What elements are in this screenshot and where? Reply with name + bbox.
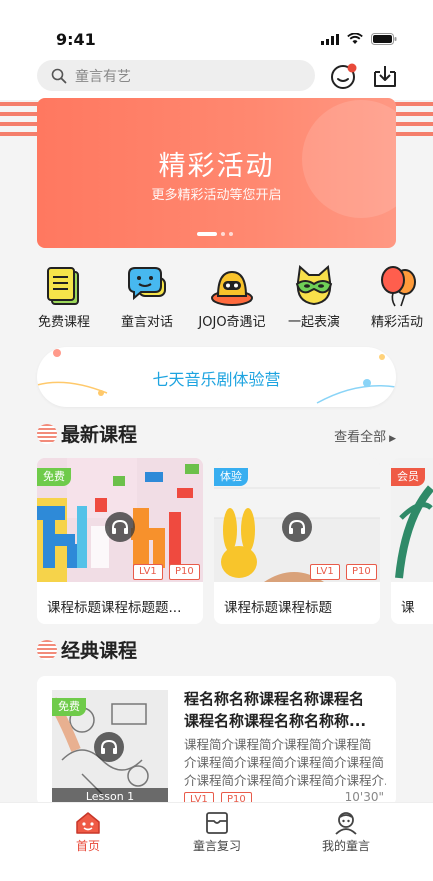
- banner-carousel[interactable]: 精彩活动 更多精彩活动等您开启: [0, 98, 433, 258]
- balloon-icon: [381, 266, 416, 307]
- classic-course-image: 免费 Lesson 1: [52, 690, 168, 806]
- classic-course-desc: 课程简介课程简介课程简介课程简 介课程简介课程简介课程简介课程简 介课程简介课程…: [184, 736, 386, 790]
- signal-icon: [321, 33, 339, 45]
- category-label: 童言对话: [120, 315, 173, 330]
- tab-label: 童言复习: [192, 839, 241, 853]
- search-input[interactable]: 童言有艺: [37, 60, 315, 91]
- category-label: 精彩活动: [370, 315, 423, 330]
- home-icon: [76, 812, 100, 834]
- level-tag: LV1: [310, 564, 340, 580]
- page-tag: P10: [169, 564, 200, 580]
- classic-course-item[interactable]: 免费 Lesson 1 程名称名称课程名称课程名 课程名称课程名称名称称... …: [37, 676, 396, 806]
- category-label: JOJO奇遇记: [198, 315, 266, 330]
- free-course-icon: [47, 267, 79, 305]
- mask-icon: [295, 265, 333, 306]
- carousel-dots: [197, 232, 233, 236]
- course-card[interactable]: 体验 LV1 P10 课程标题课程标题: [214, 458, 380, 624]
- camp-label: 七天音乐剧体验营: [152, 370, 281, 389]
- review-book-icon: [206, 812, 228, 834]
- view-all-label: 查看全部: [334, 430, 387, 445]
- latest-courses-list: 免费 LV1 P10 课程标题课程标题题... 体验 LV1 P10 课程标题课…: [37, 458, 433, 624]
- level-tag: LV1: [133, 564, 163, 580]
- tab-label: 首页: [75, 839, 100, 853]
- category-jojo[interactable]: JOJO奇遇记: [187, 264, 277, 330]
- trial-tag: 体验: [214, 468, 248, 486]
- course-card[interactable]: 免费 LV1 P10 课程标题课程标题题...: [37, 458, 203, 624]
- tab-review[interactable]: 童言复习: [157, 811, 277, 854]
- section-bullet-icon: [37, 640, 57, 660]
- search-placeholder: 童言有艺: [75, 68, 131, 85]
- tab-label: 我的童言: [321, 839, 370, 853]
- category-chat[interactable]: 童言对话: [102, 264, 192, 330]
- banner-stripes-right: [395, 102, 433, 136]
- course-title: 课: [401, 600, 415, 616]
- triangle-right-icon: ▶: [389, 434, 396, 444]
- course-image-lego: 免费 LV1 P10: [37, 458, 203, 582]
- category-perform[interactable]: 一起表演: [269, 264, 359, 330]
- profile-icon: [335, 812, 357, 835]
- headphone-glyph: [289, 519, 305, 534]
- classic-courses-title: 经典课程: [61, 640, 138, 662]
- latest-courses-header: 最新课程 查看全部 ▶: [37, 420, 396, 448]
- course-title: 课程标题课程标题题...: [47, 600, 182, 616]
- course-image-partial: 会员: [391, 458, 433, 582]
- headphone-glyph: [112, 519, 128, 534]
- free-tag: 免费: [52, 698, 86, 716]
- tab-mine[interactable]: 我的童言: [286, 811, 406, 854]
- course-name-line: 课程名称课程名称名称称...: [184, 712, 367, 730]
- course-name-line: 程名称名称课程名称课程名: [184, 690, 365, 708]
- carousel-dot[interactable]: [221, 232, 225, 236]
- category-row: 免费课程 童言对话 JOJO奇遇记 一起表演 精彩活动: [0, 264, 433, 340]
- category-label: 免费课程: [37, 315, 90, 330]
- free-tag: 免费: [37, 468, 71, 486]
- status-time: 9:41: [56, 30, 96, 49]
- tab-home[interactable]: 首页: [28, 811, 148, 854]
- download-icon[interactable]: [371, 62, 399, 90]
- course-desc-line: 介课程简介课程简介课程简介课程简: [184, 755, 385, 770]
- search-icon: [51, 68, 67, 83]
- wifi-icon: [347, 33, 363, 44]
- chat-icon: [128, 267, 166, 301]
- course-title: 课程标题课程标题: [224, 600, 332, 616]
- carousel-dot[interactable]: [229, 232, 233, 236]
- view-all-link[interactable]: 查看全部 ▶: [334, 426, 396, 445]
- tab-bar: 首页 童言复习 我的童言: [0, 802, 433, 881]
- banner-slide[interactable]: 精彩活动 更多精彩活动等您开启: [37, 98, 396, 248]
- banner-subtitle: 更多精彩活动等您开启: [151, 188, 282, 203]
- banner-stripes-left: [0, 102, 38, 136]
- page-tag: P10: [346, 564, 377, 580]
- category-activity[interactable]: 精彩活动: [352, 264, 433, 330]
- category-free-course[interactable]: 免费课程: [19, 264, 109, 330]
- course-image-bunny: 体验 LV1 P10: [214, 458, 380, 582]
- latest-courses-title: 最新课程: [61, 424, 138, 446]
- category-label: 一起表演: [287, 315, 340, 330]
- course-desc-line: 介课程简介课程简介课程简介课程介...: [184, 773, 386, 788]
- jojo-icon: [211, 270, 253, 306]
- section-bullet-icon: [37, 424, 57, 444]
- banner-title: 精彩活动: [158, 151, 275, 182]
- search-header: 童言有艺: [0, 54, 433, 100]
- camp-banner[interactable]: 七天音乐剧体验营: [37, 347, 396, 407]
- classic-courses-header: 经典课程: [37, 636, 396, 664]
- battery-icon: [371, 33, 397, 45]
- status-icons: [321, 33, 397, 45]
- course-card[interactable]: 会员 课: [391, 458, 433, 624]
- course-desc-line: 课程简介课程简介课程简介课程简: [184, 737, 372, 752]
- message-icon[interactable]: [330, 62, 358, 90]
- status-bar: 9:41: [0, 0, 433, 54]
- headphone-glyph: [101, 739, 117, 754]
- classic-course-name: 程名称名称课程名称课程名 课程名称课程名称名称称...: [184, 688, 386, 732]
- member-tag: 会员: [391, 468, 425, 486]
- carousel-dot-active[interactable]: [197, 232, 217, 236]
